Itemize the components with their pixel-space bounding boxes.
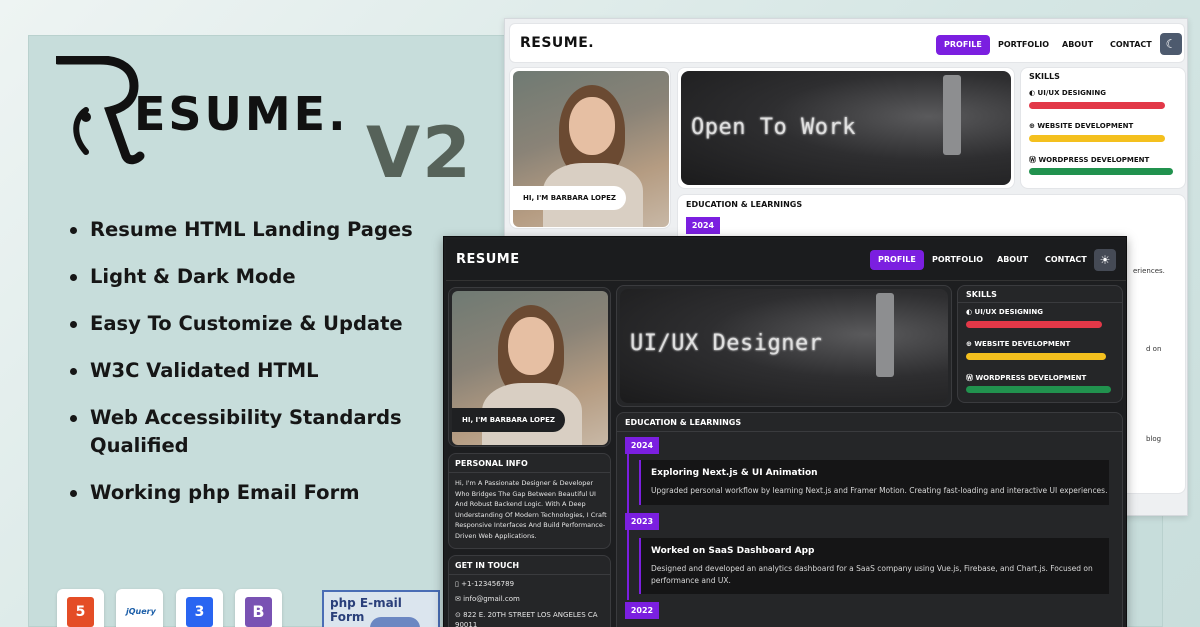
contact-title: GET IN TOUCH — [455, 561, 520, 570]
nav-about[interactable]: ABOUT — [1054, 35, 1101, 55]
feature-list: Resume HTML Landing Pages Light & Dark M… — [66, 216, 416, 526]
dark-profile-card: HI, I'M BARBARA LOPEZ — [448, 287, 611, 447]
skill-bar-web — [1029, 135, 1165, 142]
dark-navbar: RESUME PROFILE PORTFOLIO ABOUT CONTACT ☀ — [446, 239, 1126, 281]
nav-about[interactable]: ABOUT — [989, 250, 1036, 270]
timeline-desc: Upgraded personal workflow by learning N… — [651, 486, 1108, 495]
education-title: EDUCATION & LEARNINGS — [625, 418, 742, 427]
feature-item: Web Accessibility Standards Qualified — [66, 404, 416, 460]
timeline-line — [627, 530, 629, 600]
timeline-desc: Designed and developed an analytics dash… — [651, 564, 1093, 585]
skill-bar-wordpress — [966, 386, 1111, 393]
skill-label: ⊕ WEBSITE DEVELOPMENT — [1029, 122, 1134, 130]
html5-icon: 5 — [57, 589, 104, 627]
year-badge: 2024 — [625, 437, 659, 454]
jquery-icon: jQuery — [116, 589, 163, 627]
hero-banner: UI/UX Designer — [620, 289, 948, 403]
name-pill: HI, I'M BARBARA LOPEZ — [513, 186, 626, 210]
skill-bar-web — [966, 353, 1106, 360]
skill-label: Ⓦ WORDPRESS DEVELOPMENT — [966, 374, 1087, 382]
text-fragment: eriences. — [1133, 267, 1165, 275]
feature-item: Easy To Customize & Update — [66, 310, 416, 338]
resume-logo: ESUME. — [53, 55, 356, 166]
personal-info-title: PERSONAL INFO — [455, 459, 528, 468]
light-brand-logo[interactable]: RESUME. — [520, 35, 594, 51]
text-fragment: blog — [1146, 435, 1162, 443]
skill-bar-wordpress — [1029, 168, 1173, 175]
text-fragment: d on — [1146, 345, 1162, 353]
skill-bar-uiux — [1029, 102, 1165, 109]
php-email-form-badge: php E-mail Form — [322, 590, 440, 627]
css3-icon: 3 — [176, 589, 223, 627]
timeline-title: Exploring Next.js & UI Animation — [651, 468, 818, 478]
nav-contact[interactable]: CONTACT — [1037, 250, 1095, 270]
skills-title: SKILLS — [1029, 72, 1060, 81]
nav-portfolio[interactable]: PORTFOLIO — [990, 35, 1057, 55]
timeline-item: Worked on SaaS Dashboard App Designed an… — [639, 538, 1109, 594]
nav-contact[interactable]: CONTACT — [1102, 35, 1160, 55]
light-profile-card: HI, I'M BARBARA LOPEZ — [509, 67, 671, 229]
light-navbar: RESUME. PROFILE PORTFOLIO ABOUT CONTACT … — [509, 23, 1185, 63]
cloud-icon — [370, 617, 420, 627]
contact-card: GET IN TOUCH ▯ +1-123456789 ✉ info@gmail… — [448, 555, 611, 627]
address-row: ⊙ 822 E. 20TH STREET LOS ANGELES CA 9001… — [455, 611, 598, 627]
moon-icon[interactable]: ☾ — [1160, 33, 1182, 55]
nav-portfolio[interactable]: PORTFOLIO — [924, 250, 991, 270]
version-badge: V2 — [366, 112, 473, 194]
education-title: EDUCATION & LEARNINGS — [686, 200, 803, 209]
phone-icon: ▯ — [455, 580, 459, 588]
dark-education-card: EDUCATION & LEARNINGS 2024 Exploring Nex… — [616, 412, 1123, 627]
timeline-title: Worked on SaaS Dashboard App — [651, 546, 815, 556]
personal-info-text: Hi, I'm A Passionate Designer & Develope… — [455, 479, 607, 540]
timeline-line — [627, 454, 629, 513]
email-row[interactable]: ✉ info@gmail.com — [455, 595, 520, 603]
dark-mode-screenshot: RESUME PROFILE PORTFOLIO ABOUT CONTACT ☀… — [443, 236, 1127, 627]
nav-profile[interactable]: PROFILE — [936, 35, 990, 55]
hero-banner: Open To Work — [681, 71, 1011, 185]
nav-profile[interactable]: PROFILE — [870, 250, 924, 270]
svg-text:ESUME.: ESUME. — [134, 87, 349, 141]
resume-logo-graphic: ESUME. — [53, 55, 349, 165]
mail-icon: ✉ — [455, 595, 461, 603]
name-pill: HI, I'M BARBARA LOPEZ — [452, 408, 565, 432]
year-badge: 2022 — [625, 602, 659, 619]
location-icon: ⊙ — [455, 611, 461, 619]
phone-row[interactable]: ▯ +1-123456789 — [455, 580, 514, 588]
timeline-item: Exploring Next.js & UI Animation Upgrade… — [639, 460, 1109, 505]
feature-item: Working php Email Form — [66, 479, 416, 507]
bootstrap-icon: B — [235, 589, 282, 627]
skills-title: SKILLS — [966, 290, 997, 299]
hero-text: Open To Work — [691, 115, 856, 140]
feature-item: W3C Validated HTML — [66, 357, 416, 385]
skill-label: Ⓦ WORDPRESS DEVELOPMENT — [1029, 156, 1150, 164]
skill-label: ⊕ WEBSITE DEVELOPMENT — [966, 340, 1071, 348]
dark-skills-card: SKILLS ◐ UI/UX DESIGNING ⊕ WEBSITE DEVEL… — [957, 285, 1123, 403]
skill-label: ◐ UI/UX DESIGNING — [966, 308, 1043, 316]
year-badge: 2023 — [625, 513, 659, 530]
skill-label: ◐ UI/UX DESIGNING — [1029, 89, 1106, 97]
personal-info-card: PERSONAL INFO Hi, I'm A Passionate Desig… — [448, 453, 611, 549]
feature-item: Light & Dark Mode — [66, 263, 416, 291]
light-skills-card: SKILLS ◐ UI/UX DESIGNING ⊕ WEBSITE DEVEL… — [1020, 67, 1186, 189]
year-badge: 2024 — [686, 217, 720, 234]
light-hero-card: Open To Work — [677, 67, 1015, 189]
dark-brand-logo[interactable]: RESUME — [456, 252, 520, 267]
sun-icon[interactable]: ☀ — [1094, 249, 1116, 271]
skill-bar-uiux — [966, 321, 1102, 328]
hero-text: UI/UX Designer — [630, 331, 823, 356]
feature-item: Resume HTML Landing Pages — [66, 216, 416, 244]
dark-hero-card: UI/UX Designer — [616, 285, 952, 407]
